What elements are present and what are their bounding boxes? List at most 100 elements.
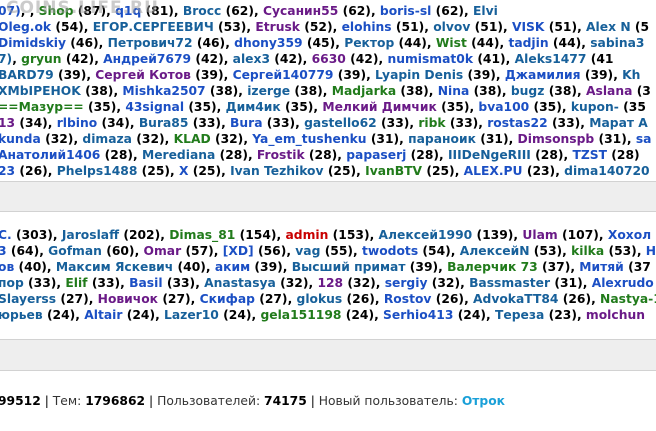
username-link[interactable]: molchun (586, 308, 645, 322)
username-link[interactable]: Jaroslaff (62, 228, 119, 242)
username-link[interactable]: X (179, 164, 188, 178)
username-link[interactable]: BARD79 (0, 68, 54, 82)
username-link[interactable]: Oleg.ok (0, 20, 51, 34)
username-link[interactable]: Slayerss (0, 292, 56, 306)
username-link[interactable]: Сергей140779 (233, 68, 334, 82)
username-link[interactable]: bugz (511, 84, 545, 98)
username-link[interactable]: Ulam (522, 228, 557, 242)
username-link[interactable]: ов (0, 260, 14, 274)
username-link[interactable]: XMbIPEHOK (0, 84, 81, 98)
newest-user-link[interactable]: Отрок (462, 394, 505, 408)
username-link[interactable]: IvanBTV (365, 164, 422, 178)
username-link[interactable]: Bassmaster (469, 276, 550, 290)
username-link[interactable]: Omar (144, 244, 182, 258)
username-link[interactable]: 23 (0, 164, 15, 178)
username-link[interactable]: numismat0k (387, 52, 473, 66)
username-link[interactable]: Андрей7679 (103, 52, 191, 66)
username-link[interactable]: vag (295, 244, 320, 258)
username-link[interactable]: аким (215, 260, 250, 274)
username-link[interactable]: 128 (317, 276, 343, 290)
username-link[interactable]: alex3 (233, 52, 270, 66)
username-link[interactable]: Валерчик 73 (447, 260, 538, 274)
username-link[interactable]: Serhio413 (383, 308, 453, 322)
username-link[interactable]: twodots (362, 244, 418, 258)
username-link[interactable]: Bura85 (139, 116, 189, 130)
username-link[interactable]: юрьев (0, 308, 43, 322)
username-link[interactable]: Gofman (48, 244, 102, 258)
username-link[interactable]: Lazer10 (164, 308, 219, 322)
username-link[interactable]: Merediana (142, 148, 215, 162)
username-link[interactable]: kupon- (571, 100, 619, 114)
username-link[interactable]: Алексей1990 (379, 228, 473, 242)
username-link[interactable]: Aleks1477 (515, 52, 587, 66)
username-link[interactable]: Dimidskiy (0, 36, 66, 50)
username-link[interactable]: Джамилия (505, 68, 581, 82)
username-link[interactable]: TZST (572, 148, 607, 162)
username-link[interactable]: Сергей Котов (95, 68, 191, 82)
username-link[interactable]: Максим Яскевич (56, 260, 173, 274)
username-link[interactable]: dhony359 (234, 36, 302, 50)
username-link[interactable]: Bura (230, 116, 263, 130)
username-link[interactable]: gryun (21, 52, 61, 66)
username-link[interactable]: rlbino (57, 116, 98, 130)
username-link[interactable]: Rostov (384, 292, 432, 306)
username-link[interactable]: Nastya-1 (600, 292, 656, 306)
username-link[interactable]: Митяй (579, 260, 624, 274)
username-link[interactable]: Новичок (98, 292, 158, 306)
username-link[interactable]: papaserj (346, 148, 406, 162)
username-link[interactable]: Frostik (257, 148, 305, 162)
username-link[interactable]: Anastasya (204, 276, 276, 290)
username-link[interactable]: Nina (438, 84, 470, 98)
username-link[interactable]: Ya_em_tushenku (252, 132, 366, 146)
username-link[interactable]: dima140720 (564, 164, 649, 178)
username-link[interactable]: Elvi (473, 4, 498, 18)
username-link[interactable]: sabina3 (590, 36, 644, 50)
username-link[interactable]: boris-sl (380, 4, 432, 18)
username-link[interactable]: Скифар (200, 292, 255, 306)
username-link[interactable]: sa (636, 132, 652, 146)
username-link[interactable]: gastello62 (304, 116, 377, 130)
username-link[interactable]: Дим4ик (226, 100, 281, 114)
username-link[interactable]: Alex N (586, 20, 631, 34)
username-link[interactable]: glokus (297, 292, 343, 306)
username-link[interactable]: sergiy (385, 276, 428, 290)
username-link[interactable]: Brocc (183, 4, 221, 18)
username-link[interactable]: elohins (342, 20, 392, 34)
username-link[interactable]: Altair (84, 308, 122, 322)
username-link[interactable]: АлексейN (460, 244, 530, 258)
username-link[interactable]: KLAD (174, 132, 211, 146)
username-link[interactable]: Мелкий Димчик (322, 100, 436, 114)
username-link[interactable]: izerge (247, 84, 290, 98)
username-link[interactable]: Хохол (608, 228, 651, 242)
username-link[interactable]: Сусанин55 (263, 4, 338, 18)
username-link[interactable]: Kh (622, 68, 640, 82)
username-link[interactable]: C. (0, 228, 12, 242)
username-link[interactable]: Phelps1488 (57, 164, 138, 178)
username-link[interactable]: Анатолий1406 (0, 148, 100, 162)
username-link[interactable]: dimaza (82, 132, 132, 146)
username-link[interactable]: olvov (433, 20, 470, 34)
username-link[interactable]: IIIDeNgeRIII (448, 148, 531, 162)
username-link[interactable]: Ректор (344, 36, 394, 50)
username-link[interactable]: 6630 (312, 52, 346, 66)
username-link[interactable]: bva100 (478, 100, 529, 114)
username-link[interactable]: ribk (418, 116, 445, 130)
username-link[interactable]: Dimas_81 (169, 228, 235, 242)
username-link[interactable]: rostas22 (487, 116, 547, 130)
username-link[interactable]: Петрович72 (108, 36, 193, 50)
username-link[interactable]: Madjarka (332, 84, 396, 98)
username-link[interactable]: ==Мазур== (0, 100, 84, 114)
username-link[interactable]: Ivan Tezhikov (230, 164, 323, 178)
username-link[interactable]: Alexrudo (592, 276, 654, 290)
username-link[interactable]: VISK (512, 20, 544, 34)
username-link[interactable]: [XD] (223, 244, 254, 258)
username-link[interactable]: параноик (408, 132, 476, 146)
username-link[interactable]: Высший примат (292, 260, 406, 274)
username-link[interactable]: kunda (0, 132, 41, 146)
username-link[interactable]: Dimsonspb (518, 132, 595, 146)
username-link[interactable]: Etrusk (255, 20, 300, 34)
username-link[interactable]: tadjin (508, 36, 548, 50)
username-link[interactable]: ЕГОР.СЕРГЕЕВИЧ (93, 20, 214, 34)
username-link[interactable]: 3 (0, 244, 7, 258)
username-link[interactable]: Нем (646, 244, 656, 258)
